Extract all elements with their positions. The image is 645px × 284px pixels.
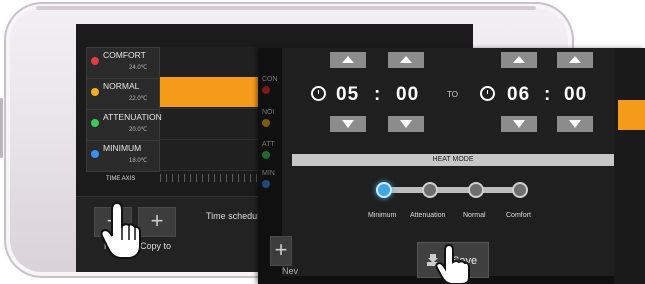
mode-row-label: MINIMUM [103,143,142,153]
from-colon: : [374,84,381,105]
background-orange-bar [618,100,645,130]
to-minutes-value[interactable]: 00 [564,84,587,106]
to-label: TO [447,90,458,99]
mode-knob-comfort[interactable] [512,182,528,198]
heat-mode-title: HEAT MODE [292,154,614,166]
device-top-edge [36,6,536,10]
mode-row-attenuation[interactable]: ATTENUATION 20.0℃ [86,109,162,141]
heat-mode-slider[interactable] [384,187,522,193]
mode-row-label: COMFORT [103,50,146,60]
hint-dot-icon [262,86,270,94]
mode-label-comfort: Comfort [506,212,531,219]
hint-minimum: MIN [262,170,275,177]
copy-to-label: Copy to [140,241,172,251]
mode-label-attenuation: Attenuation [410,212,446,219]
mode-row-minimum[interactable]: MINIMUM 18.0℃ [86,140,160,172]
mode-label-minimum: Minimum [368,212,397,219]
from-hours-down-button[interactable] [330,116,366,132]
device-side-sensor [0,98,3,158]
hint-normal: NOI [262,109,275,116]
background-new-label: Nev [282,266,299,276]
to-minutes-up-button[interactable] [557,52,593,68]
mode-knob-attenuation[interactable] [422,182,438,198]
hint-dot-icon [262,151,270,159]
mode-row-label: ATTENUATION [103,112,162,122]
to-hours-up-button[interactable] [501,52,537,68]
to-minutes-down-button[interactable] [557,116,593,132]
from-minutes-value[interactable]: 00 [396,84,419,106]
mode-row-label: NORMAL [103,81,140,91]
background-plus-button: + [270,236,292,266]
mode-row-temp: 20.0℃ [129,127,148,133]
mode-knob-normal[interactable] [468,182,484,198]
from-minutes-down-button[interactable] [388,116,424,132]
hint-attenuation: ATT [262,141,275,148]
attenuation-dot-icon [91,119,99,127]
tap-hand-icon [100,201,141,259]
hint-dot-icon [262,180,270,188]
mode-row-comfort[interactable]: COMFORT 24.0℃ [86,47,160,79]
clock-to-icon [480,86,495,101]
clock-from-icon [311,86,326,101]
mode-row-temp: 24.0℃ [129,65,148,71]
from-hours-up-button[interactable] [330,52,366,68]
normal-dot-icon [91,88,99,96]
mode-knob-minimum[interactable] [376,182,392,198]
from-minutes-up-button[interactable] [388,52,424,68]
to-colon: : [544,84,551,105]
time-axis-label: TIME AXIS [106,176,136,182]
mode-row-normal[interactable]: NORMAL 22.0℃ [86,78,160,110]
from-hours-value[interactable]: 05 [336,84,359,106]
mode-row-temp: 18.0℃ [129,158,148,164]
to-hours-down-button[interactable] [501,116,537,132]
mode-label-normal: Normal [463,212,486,219]
minimum-dot-icon [91,150,99,158]
tap-hand-icon [435,244,470,284]
hint-dot-icon [262,119,270,127]
time-schedule-label: Time schedule [206,211,265,221]
to-hours-value[interactable]: 06 [507,84,530,106]
hint-comfort: CON [262,76,278,83]
comfort-dot-icon [91,57,99,65]
mode-row-temp: 22.0℃ [129,96,148,102]
modal-right-strip [614,48,645,284]
